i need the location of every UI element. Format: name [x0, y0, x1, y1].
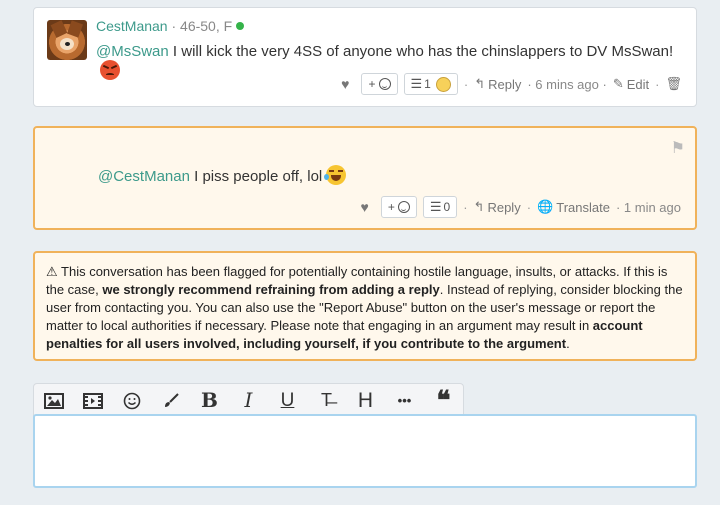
warning-icon: ⚠	[46, 264, 58, 279]
smile-icon	[397, 201, 410, 213]
list-icon: ☰	[429, 199, 442, 214]
strikethrough-button[interactable]: T̶	[307, 384, 346, 417]
separator: ·	[526, 199, 532, 215]
comment-card: CestManan · 46-50, F @MsSwan I will kick…	[33, 7, 697, 107]
avatar[interactable]	[47, 20, 87, 60]
add-reaction-button[interactable]: +	[361, 73, 398, 95]
emoji-icon[interactable]	[112, 384, 151, 417]
comment-card-flagged: ⚑ @CestManan I piss people off, lol ♥ + …	[33, 126, 697, 230]
plus-label: +	[387, 200, 395, 214]
bold-button[interactable]: B	[190, 384, 229, 417]
flag-icon[interactable]: ⚑	[671, 138, 685, 158]
more-button[interactable]: •••	[385, 384, 424, 417]
comment-body: I will kick the very 4SS of anyone who h…	[168, 43, 674, 60]
underline-button[interactable]: U	[268, 384, 307, 417]
avatar-ear-right	[66, 20, 84, 38]
separator: ·	[463, 76, 469, 92]
comment-header: CestManan · 46-50, F	[96, 18, 245, 34]
list-icon: ☰	[410, 76, 423, 91]
edit-button[interactable]: ✎ Edit	[613, 76, 649, 92]
heading-button[interactable]: H	[346, 384, 385, 417]
warning-emphasis: we strongly recommend refraining from ad…	[102, 282, 440, 297]
angry-emoji-icon	[100, 60, 120, 80]
reply-icon: ↰	[473, 199, 485, 214]
brush-icon[interactable]	[151, 384, 190, 417]
laughing-emoji-icon	[324, 165, 347, 185]
mention-link[interactable]: @CestManan	[98, 168, 190, 185]
reply-label: Reply	[488, 76, 522, 92]
pencil-icon: ✎	[612, 76, 624, 91]
heart-icon[interactable]: ♥	[341, 76, 349, 92]
video-icon[interactable]	[73, 384, 112, 417]
quote-button[interactable]: ❝	[424, 384, 463, 417]
avatar-nose	[65, 42, 70, 46]
add-reaction-button[interactable]: +	[380, 196, 417, 218]
editor-toolbar: B I U T̶ H ••• ❝	[33, 383, 464, 416]
mention-link[interactable]: @MsSwan	[96, 43, 169, 60]
plus-label: +	[368, 77, 376, 91]
reaction-count: 0	[443, 200, 451, 214]
comment-body: I piss people off, lol	[189, 168, 323, 185]
reply-icon: ↰	[474, 76, 486, 91]
separator: ·	[655, 76, 660, 92]
globe-icon: 🌐	[537, 199, 554, 214]
comment-actions: ♥ + ☰ 1 · ↰ Reply · 6 mins ago · ✎ Edit · 🗑	[341, 73, 682, 95]
reaction-count-button[interactable]: ☰ 1	[403, 73, 458, 95]
timestamp: · 6 mins ago ·	[527, 76, 607, 92]
smile-icon	[378, 78, 391, 90]
reply-editor[interactable]	[33, 414, 697, 488]
italic-button[interactable]: I	[229, 384, 268, 417]
reply-button[interactable]: ↰ Reply	[474, 199, 521, 215]
hostility-warning-box: ⚠ This conversation has been flagged for…	[33, 251, 697, 361]
warning-text: ⚠ This conversation has been flagged for…	[46, 263, 683, 353]
online-status-dot	[236, 22, 245, 30]
reaction-count: 1	[424, 77, 431, 91]
avatar-ear-left	[50, 20, 68, 38]
comment-actions: ♥ + ☰ 0 · ↰ Reply · 🌐 Translate · 1 min ago	[361, 196, 681, 218]
user-meta: · 46-50, F	[171, 18, 233, 34]
edit-label: Edit	[626, 76, 650, 92]
heart-icon[interactable]: ♥	[361, 199, 369, 215]
translate-button[interactable]: 🌐 Translate	[537, 199, 610, 215]
separator: ·	[463, 199, 468, 215]
laugh-reaction-icon	[435, 76, 451, 92]
translate-label: Translate	[556, 199, 610, 215]
timestamp: · 1 min ago	[615, 199, 681, 215]
reaction-count-button[interactable]: ☰ 0	[422, 196, 458, 218]
trash-icon[interactable]: 🗑	[665, 76, 682, 92]
username-link[interactable]: CestManan	[96, 18, 168, 34]
reply-button[interactable]: ↰ Reply	[474, 76, 521, 92]
warning-text-part: .	[566, 336, 570, 351]
reply-label: Reply	[487, 199, 521, 215]
comment-text: @CestManan I piss people off, lol	[98, 165, 347, 185]
image-icon[interactable]	[34, 384, 73, 417]
